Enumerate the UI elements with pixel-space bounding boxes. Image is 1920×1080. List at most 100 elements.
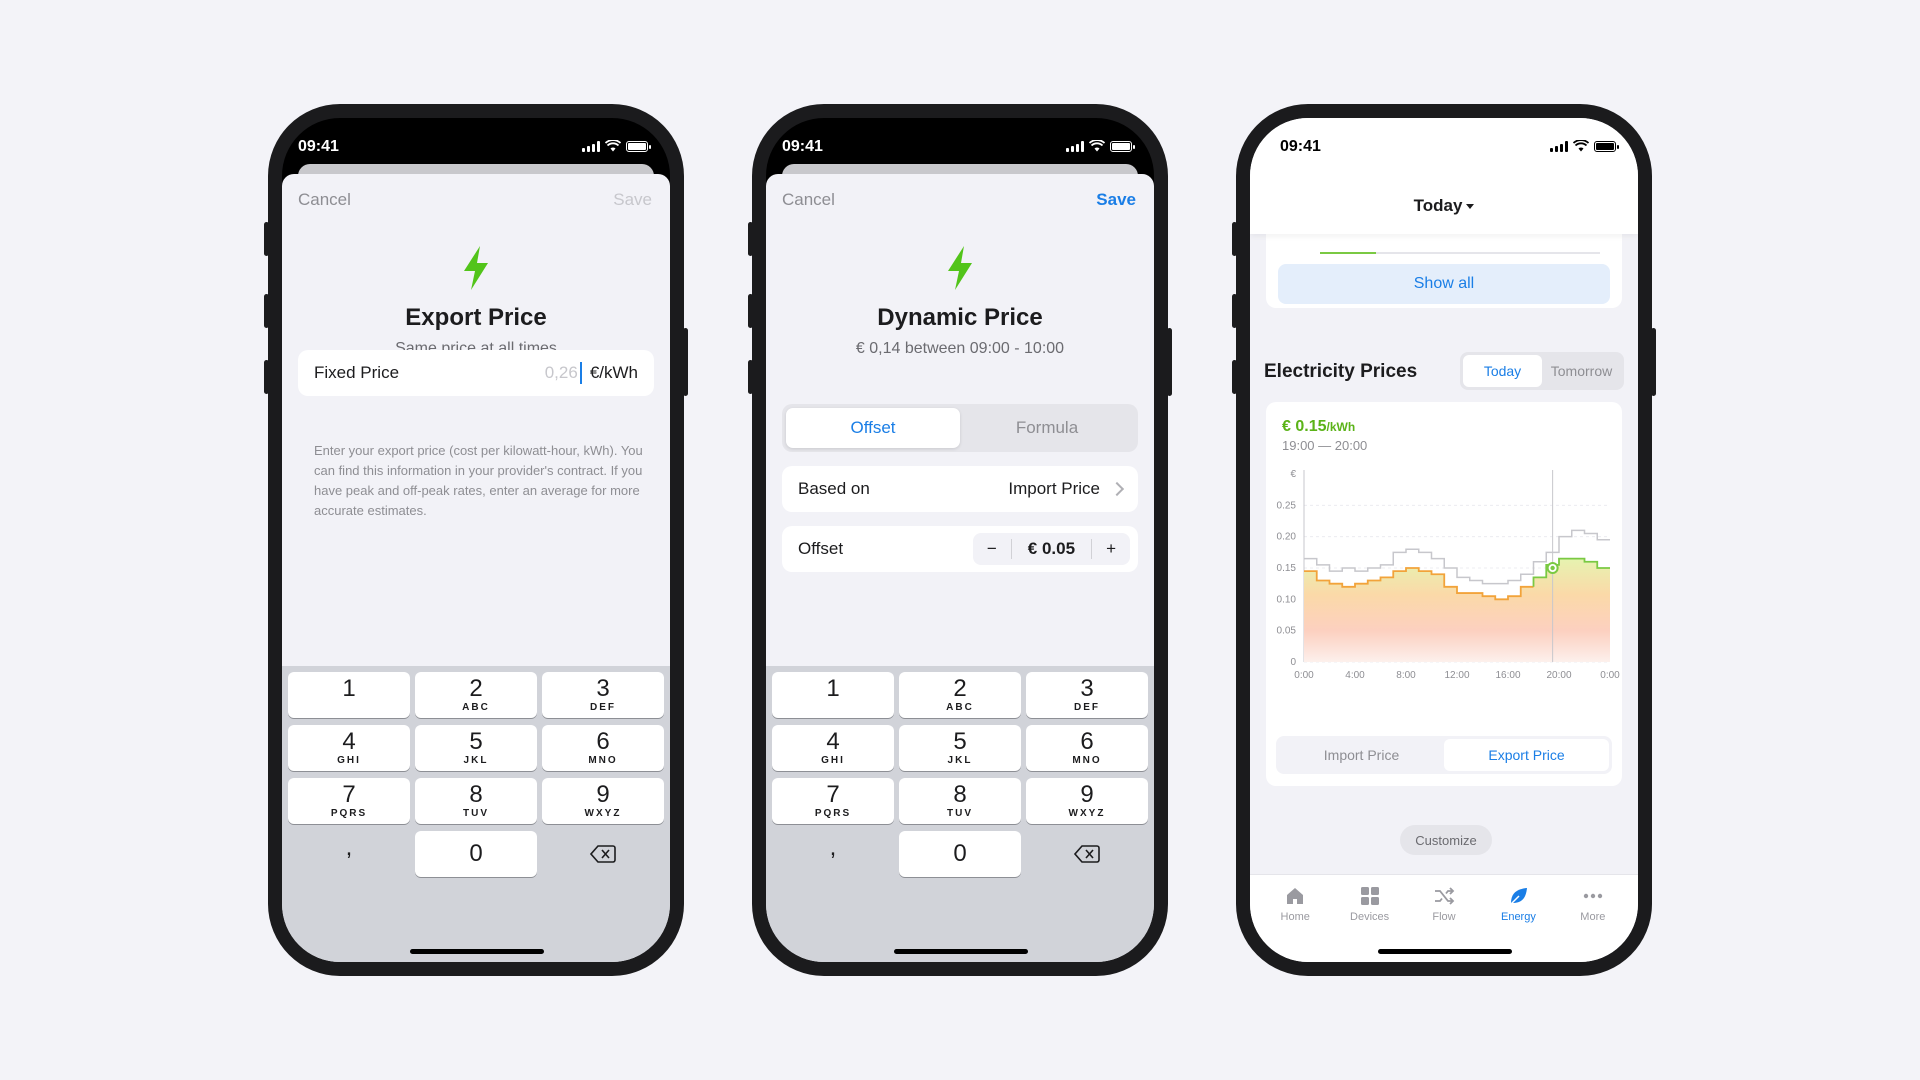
key-5[interactable]: 5 JKL: [415, 725, 537, 771]
y-tick-label: 0.20: [1277, 532, 1297, 543]
dynamic-price-sheet: Cancel Save Dynamic Price € 0,14 between…: [766, 174, 1154, 962]
home-indicator: [1378, 949, 1512, 954]
plus-button[interactable]: +: [1092, 539, 1130, 559]
y-tick-label: 0.10: [1277, 594, 1297, 605]
shuffle-icon: [1435, 887, 1455, 905]
status-bar: 09:41: [766, 118, 1154, 170]
help-text: Enter your export price (cost per kilowa…: [314, 443, 643, 518]
key-delete[interactable]: [1026, 831, 1148, 877]
segment-offset[interactable]: Offset: [786, 408, 960, 448]
energy-screen: 09:41 Today Show all Electricity Prices …: [1250, 118, 1638, 962]
text-caret: [579, 362, 582, 384]
home-icon: [1287, 888, 1304, 904]
lightning-icon: [464, 246, 488, 290]
key-7[interactable]: 7 PQRS: [772, 778, 894, 824]
status-time: 09:41: [782, 138, 823, 155]
numeric-keypad: 1 2 ABC 3 DEF 4 GHI 5 JKL 6 MNO 7 PQRS 8 TUV 9W…: [282, 666, 670, 962]
current-price-time: 19:00 — 20:00: [1282, 438, 1368, 453]
key-7[interactable]: 7 PQRS: [288, 778, 410, 824]
y-tick-label: 0.15: [1277, 563, 1297, 574]
segment-formula[interactable]: Formula: [960, 408, 1134, 448]
offset-label: Offset: [798, 539, 844, 558]
phone-dynamic-price: 09:41 Cancel Save Dynamic Price € 0,14 b…: [748, 104, 1172, 976]
cancel-button[interactable]: Cancel: [782, 190, 835, 210]
key-comma[interactable]: ,: [288, 831, 410, 877]
key-4[interactable]: 4 GHI: [772, 725, 894, 771]
x-tick-label: 8:00: [1396, 670, 1416, 681]
save-button[interactable]: Save: [1096, 190, 1136, 210]
key-6[interactable]: 6 MNO: [542, 725, 664, 771]
y-axis-label: €: [1290, 469, 1296, 480]
key-4[interactable]: 4 GHI: [288, 725, 410, 771]
price-type-segmented-control: Import Price Export Price: [1276, 736, 1612, 774]
numeric-keypad: 1 2 ABC 3 DEF 4 GHI 5 JKL 6 MNO 7 PQRS 8 TUV 9W…: [766, 666, 1154, 962]
key-1[interactable]: 1: [772, 672, 894, 718]
phone-export-price: 09:41 Cancel Save Export Price Same pric…: [264, 104, 688, 976]
tab-home[interactable]: Home: [1258, 885, 1332, 962]
save-button[interactable]: Save: [613, 190, 652, 210]
key-1[interactable]: 1: [288, 672, 410, 718]
key-0[interactable]: 0: [415, 831, 537, 877]
grid-icon: [1360, 887, 1379, 905]
cancel-button[interactable]: Cancel: [298, 190, 351, 210]
mode-segmented-control: Offset Formula: [782, 404, 1138, 452]
backspace-icon: [1073, 845, 1100, 863]
status-bar: 09:41: [282, 118, 670, 170]
signal-icon: [582, 140, 600, 152]
key-9[interactable]: 9 WXYZ: [1026, 778, 1148, 824]
show-all-button[interactable]: Show all: [1278, 264, 1610, 304]
key-9[interactable]: 9 WXYZ: [542, 778, 664, 824]
segment-export-price[interactable]: Export Price: [1444, 739, 1609, 771]
fixed-price-row[interactable]: Fixed Price 0,26 €/kWh: [298, 350, 654, 396]
y-tick-label: 0.05: [1277, 626, 1297, 637]
wifi-icon: [605, 140, 621, 152]
caret-down-icon: [1466, 204, 1475, 210]
key-2[interactable]: 2 ABC: [899, 672, 1021, 718]
cursor-marker-dot: [1550, 565, 1555, 571]
section-title: Electricity Prices: [1264, 361, 1418, 382]
segment-today[interactable]: Today: [1463, 355, 1542, 387]
signal-icon: [1066, 140, 1084, 152]
key-6[interactable]: 6 MNO: [1026, 725, 1148, 771]
key-2[interactable]: 2 ABC: [415, 672, 537, 718]
phone-energy: 09:41 Today Show all Electricity Prices …: [1232, 104, 1656, 976]
export-price-sheet: Cancel Save Export Price Same price at a…: [282, 174, 670, 962]
leaf-icon: [1509, 888, 1528, 906]
key-delete[interactable]: [542, 831, 664, 877]
status-time: 09:41: [298, 138, 339, 155]
key-8[interactable]: 8 TUV: [899, 778, 1021, 824]
based-on-label: Based on: [798, 479, 870, 498]
home-indicator: [410, 949, 544, 954]
key-comma[interactable]: ,: [772, 831, 894, 877]
y-tick-label: 0: [1290, 657, 1296, 668]
screen: 09:41 Cancel Save Export Price Same pric…: [282, 118, 670, 962]
date-selector[interactable]: Today: [1250, 196, 1638, 216]
progress-bar: [1320, 252, 1600, 254]
key-0[interactable]: 0: [899, 831, 1021, 877]
key-5[interactable]: 5 JKL: [899, 725, 1021, 771]
minus-button[interactable]: −: [973, 539, 1011, 559]
customize-button[interactable]: Customize: [1400, 825, 1492, 855]
x-tick-label: 0:00: [1600, 670, 1620, 681]
wifi-icon: [1573, 140, 1589, 152]
x-tick-label: 0:00: [1294, 670, 1314, 681]
based-on-row[interactable]: Based on Import Price: [782, 466, 1138, 512]
more-icon: [1583, 893, 1603, 899]
segment-tomorrow[interactable]: Tomorrow: [1542, 355, 1621, 387]
status-time: 09:41: [1280, 138, 1321, 155]
battery-icon: [1594, 140, 1619, 152]
offset-stepper: − € 0.05 +: [972, 533, 1130, 565]
fixed-price-label: Fixed Price: [314, 363, 400, 382]
sheet-title: Export Price: [405, 304, 547, 331]
current-price: € 0.15/kWh: [1282, 418, 1356, 435]
fixed-price-input[interactable]: 0,26: [545, 363, 578, 383]
key-3[interactable]: 3 DEF: [542, 672, 664, 718]
key-8[interactable]: 8 TUV: [415, 778, 537, 824]
segment-import-price[interactable]: Import Price: [1279, 739, 1444, 771]
x-tick-label: 4:00: [1345, 670, 1365, 681]
y-tick-label: 0.25: [1277, 500, 1297, 511]
tab-more[interactable]: More: [1556, 885, 1630, 962]
backspace-icon: [589, 845, 616, 863]
key-3[interactable]: 3 DEF: [1026, 672, 1148, 718]
electricity-price-chart[interactable]: 0 0.05 0.10 0.15 0.20 0.25 €0:00 4:00 8:00 12:00 1…: [1266, 462, 1622, 732]
